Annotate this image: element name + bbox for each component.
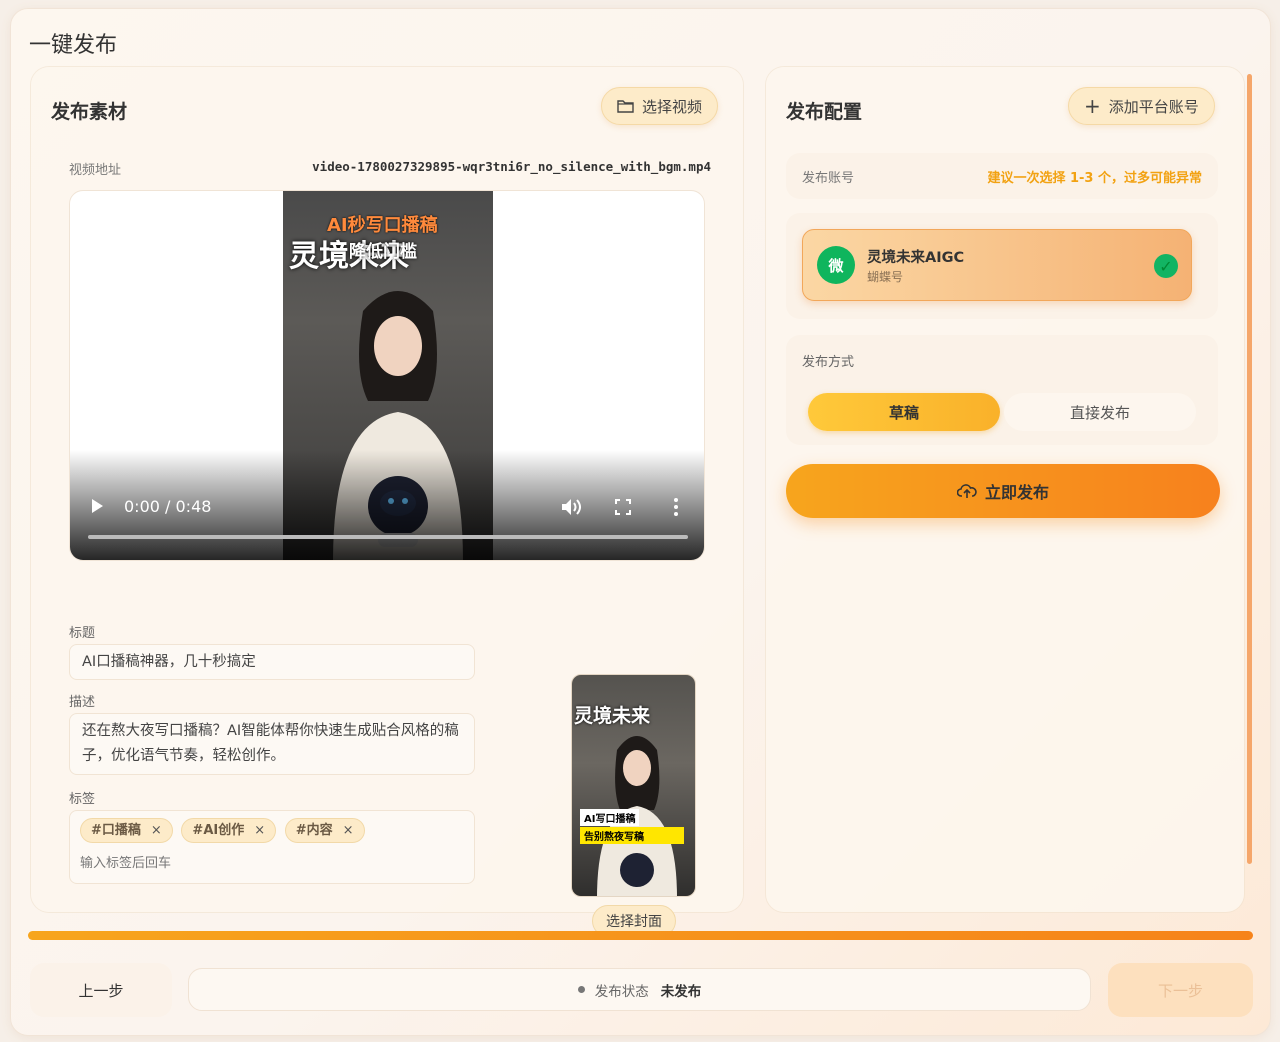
tag-input[interactable]: 输入标签后回车 (80, 851, 464, 876)
prev-step-button[interactable]: 上一步 (30, 963, 172, 1017)
status-label: 发布状态 (594, 983, 649, 1000)
account-hint: 建议一次选择 1-3 个，过多可能异常 (987, 171, 1202, 186)
video-source-label: 视频地址 (69, 163, 122, 178)
page-title: 一键发布 (29, 33, 118, 58)
more-options-icon[interactable] (673, 497, 679, 517)
account-section-header: 发布账号 建议一次选择 1-3 个，过多可能异常 (786, 153, 1218, 199)
tag-chip: #口播稿 × (80, 818, 173, 843)
next-step-button[interactable]: 下一步 (1108, 963, 1253, 1017)
add-account-button[interactable]: + 添加平台账号 (1068, 87, 1215, 125)
tag-chip: #内容 × (284, 818, 365, 843)
mode-draft-button[interactable]: 草稿 (808, 393, 1000, 431)
video-time: 0:00 / 0:48 (124, 497, 212, 516)
account-label: 发布账号 (802, 171, 855, 186)
video-player[interactable]: AI秒写口播稿 灵境未来 降低门槛 0:00 / 0:48 (69, 190, 705, 561)
plus-icon: + (1084, 94, 1101, 118)
tag-remove-icon[interactable]: × (343, 818, 354, 843)
fullscreen-icon[interactable] (615, 499, 631, 515)
material-panel-title: 发布素材 (51, 101, 128, 123)
material-panel: 发布素材 选择视频 视频地址 video-1780027329895-wqr3t… (31, 67, 743, 937)
config-panel-title: 发布配置 (786, 101, 863, 123)
publish-now-label: 立即发布 (984, 483, 1049, 502)
mode-direct-button[interactable]: 直接发布 (1004, 393, 1196, 431)
tags-field[interactable]: #口播稿 × #AI创作 × #内容 × 输入标签后回车 (69, 810, 475, 884)
tag-text: #AI创作 (192, 823, 245, 838)
account-name: 灵境未来AIGC (867, 250, 965, 266)
account-avatar: 微 (817, 246, 855, 284)
account-card[interactable]: 微 灵境未来AIGC 蝴蝶号 ✓ (802, 229, 1192, 301)
play-icon[interactable] (92, 499, 103, 513)
check-icon: ✓ (1154, 254, 1178, 278)
account-platform: 蝴蝶号 (867, 270, 904, 284)
tag-text: #口播稿 (91, 823, 141, 838)
select-video-button[interactable]: 选择视频 (601, 87, 719, 125)
app-window: 一键发布 发布素材 选择视频 视频地址 video-1780027329895-… (10, 8, 1271, 1036)
step-progress-bar (28, 931, 1253, 940)
publish-mode-label: 发布方式 (802, 355, 855, 370)
title-label: 标题 (69, 626, 96, 641)
publish-mode-section: 发布方式 草稿 直接发布 (786, 335, 1218, 445)
description-label: 描述 (69, 695, 96, 710)
tags-label: 标签 (69, 792, 96, 807)
tag-remove-icon[interactable]: × (151, 818, 162, 843)
video-seek-bar[interactable] (88, 535, 688, 539)
scrollbar[interactable] (1247, 74, 1252, 864)
status-value: 未发布 (660, 983, 702, 1000)
publish-status-bar: 发布状态 未发布 (188, 968, 1091, 1011)
config-panel: 发布配置 + 添加平台账号 发布账号 建议一次选择 1-3 个，过多可能异常 微… (766, 67, 1244, 912)
cloud-upload-icon (956, 484, 977, 498)
volume-icon[interactable] (560, 497, 582, 517)
title-input[interactable]: AI口播稿神器，几十秒搞定 (69, 644, 475, 680)
video-source-value: video-1780027329895-wqr3tni6r_no_silence… (312, 159, 711, 174)
tag-remove-icon[interactable]: × (254, 818, 265, 843)
cover-caption-bar2: 告别熬夜写稿 (580, 827, 684, 844)
post-meta-section: 标题 AI口播稿神器，几十秒搞定 描述 还在熬大夜写口播稿？AI智能体帮你快速生… (69, 607, 709, 937)
tag-chip: #AI创作 × (181, 818, 277, 843)
cover-caption-bar1: AI写口播稿 (580, 809, 640, 826)
cover-thumbnail[interactable]: 灵境未来 AI写口播稿 告别熬夜写稿 (571, 674, 696, 897)
select-video-label: 选择视频 (642, 97, 703, 116)
status-dot-icon (577, 986, 585, 993)
video-caption-sub: 降低门槛 (349, 242, 417, 262)
description-textarea[interactable]: 还在熬大夜写口播稿？AI智能体帮你快速生成贴合风格的稿子，优化语气节奏，轻松创作… (69, 713, 475, 775)
tag-text: #内容 (295, 823, 333, 838)
publish-now-button[interactable]: 立即发布 (786, 464, 1220, 518)
account-list: 微 灵境未来AIGC 蝴蝶号 ✓ (786, 213, 1218, 319)
add-account-label: 添加平台账号 (1108, 97, 1199, 116)
folder-icon (617, 100, 634, 113)
